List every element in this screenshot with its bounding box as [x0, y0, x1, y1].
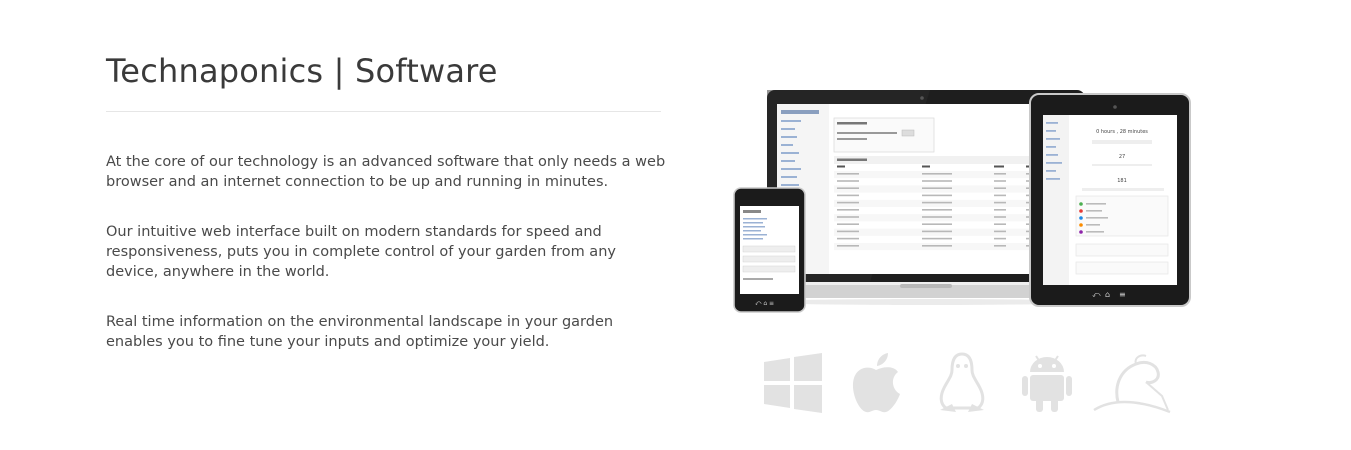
- tablet-illustration: 0 hours , 28 minutes 27 181 ⤺ ⌂ ≡: [1029, 93, 1191, 307]
- title-divider: [106, 111, 661, 112]
- tablet-uptime: 0 hours , 28 minutes: [1096, 129, 1148, 135]
- intro-paragraph: At the core of our technology is an adva…: [106, 154, 666, 190]
- windows-icon: [764, 353, 822, 413]
- page-title: Technaponics | Software: [106, 52, 498, 90]
- apple-icon: [852, 353, 900, 413]
- svg-text:⤺: ⤺: [1092, 290, 1101, 299]
- android-icon: [1022, 355, 1072, 412]
- supported-platforms: [760, 352, 1180, 416]
- kali-icon: [1093, 354, 1171, 414]
- svg-text:≡: ≡: [1119, 290, 1126, 299]
- linux-icon: [939, 352, 985, 412]
- devices-showcase-image: 0 hours , 28 minutes 27 181 ⤺ ⌂ ≡ ⤺ ⌂ ≡: [733, 90, 1191, 313]
- interface-paragraph: Our intuitive web interface built on mod…: [106, 224, 616, 280]
- realtime-paragraph: Real time information on the environment…: [106, 314, 614, 350]
- svg-text:⌂: ⌂: [1105, 290, 1110, 299]
- tablet-count-b: 181: [1117, 178, 1127, 184]
- tablet-count-a: 27: [1119, 154, 1125, 160]
- svg-text:⤺ ⌂ ≡: ⤺ ⌂ ≡: [755, 300, 774, 307]
- phone-illustration: ⤺ ⌂ ≡: [733, 187, 806, 313]
